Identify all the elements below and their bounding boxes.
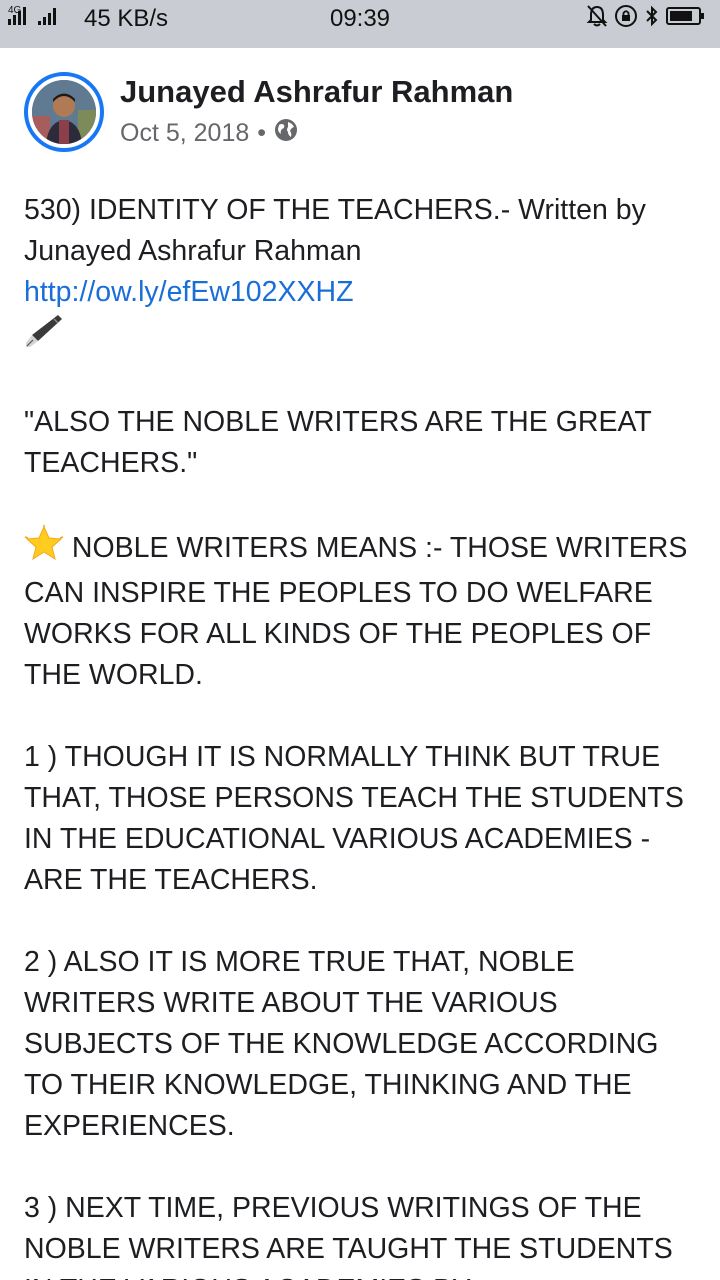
avatar[interactable] — [24, 72, 104, 152]
post-link[interactable]: http://ow.ly/efEw102XXHZ — [24, 276, 354, 308]
post-date[interactable]: Oct 5, 2018 — [120, 119, 249, 148]
post-point-2: 2 ) ALSO IT IS MORE TRUE THAT, NOBLE WRI… — [24, 946, 659, 1142]
status-bar-right — [586, 0, 706, 38]
meta-separator: • — [257, 119, 267, 147]
fountain-pen-icon — [24, 313, 64, 361]
globe-icon — [274, 118, 298, 149]
post-header: Junayed Ashrafur Rahman Oct 5, 2018 • — [24, 72, 704, 152]
bluetooth-icon — [644, 4, 660, 35]
author-name[interactable]: Junayed Ashrafur Rahman — [120, 74, 513, 110]
post-title-line: 530) IDENTITY OF THE TEACHERS.- Written … — [24, 194, 646, 267]
mute-bell-icon — [586, 4, 608, 35]
avatar-photo — [32, 80, 96, 144]
post-point-3: 3 ) NEXT TIME, PREVIOUS WRITINGS OF THE … — [24, 1192, 673, 1280]
post-definition: NOBLE WRITERS MEANS :- THOSE WRITERS CAN… — [24, 532, 688, 691]
status-bar: 4G 45 KB/s 09:39 — [0, 0, 720, 48]
rotation-lock-icon — [614, 4, 638, 35]
post-point-1: 1 ) THOUGH IT IS NORMALLY THINK BUT TRUE… — [24, 741, 684, 896]
battery-icon — [666, 5, 706, 34]
glowing-star-icon — [24, 525, 64, 573]
post-body: 530) IDENTITY OF THE TEACHERS.- Written … — [24, 190, 700, 1280]
post-meta: Oct 5, 2018 • — [120, 118, 298, 149]
post-quote: "ALSO THE NOBLE WRITERS ARE THE GREAT TE… — [24, 406, 652, 479]
